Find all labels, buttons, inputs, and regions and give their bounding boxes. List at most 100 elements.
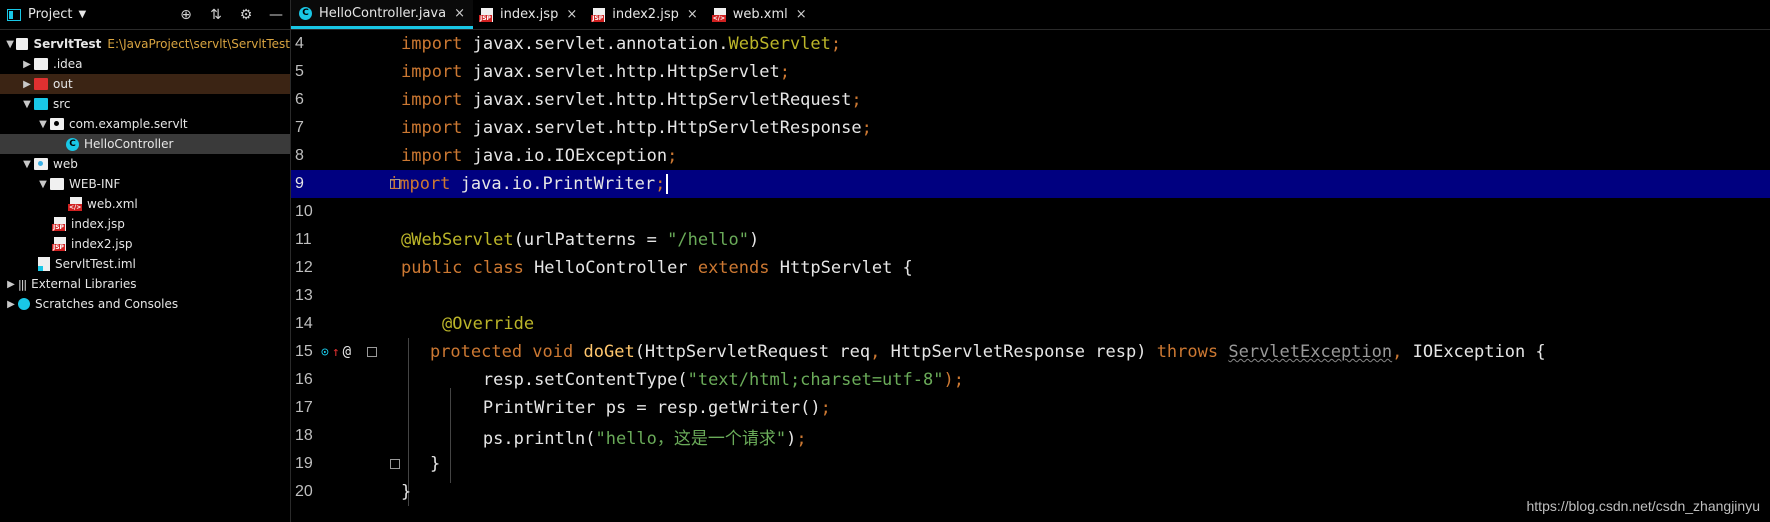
tree-item-index-jsp[interactable]: JSP index.jsp	[0, 214, 290, 234]
line-number: 7	[295, 119, 304, 136]
tree-item-label: index.jsp	[71, 217, 125, 231]
tree-item-label: External Libraries	[31, 277, 137, 291]
module-file-icon	[38, 257, 50, 271]
close-icon[interactable]: ×	[796, 7, 807, 22]
code-line[interactable]: 12 public class HelloController extends …	[291, 254, 1770, 282]
line-number: 19	[295, 455, 313, 472]
code-line[interactable]: 11 @WebServlet(urlPatterns = "/hello")	[291, 226, 1770, 254]
scratches-icon	[18, 298, 30, 310]
tab-index-jsp[interactable]: JSP index.jsp ×	[473, 0, 585, 29]
tab-hellocontroller-java[interactable]: C HelloController.java ×	[291, 0, 473, 29]
code-line[interactable]: 13	[291, 282, 1770, 310]
code-line[interactable]: 6 import javax.servlet.http.HttpServletR…	[291, 86, 1770, 114]
code-area[interactable]: 4 import javax.servlet.annotation.WebSer…	[291, 30, 1770, 506]
code-line[interactable]: 17 PrintWriter ps = resp.getWriter();	[291, 394, 1770, 422]
tree-item-label: HelloController	[84, 137, 174, 151]
line-number: 5	[295, 63, 304, 80]
chevron-down-icon[interactable]: ▼	[36, 119, 50, 130]
project-header: Project ▼ ⊕ ⇅ ⚙ —	[0, 0, 290, 30]
tree-item-web-xml[interactable]: </> web.xml	[0, 194, 290, 214]
tree-item-label: ServltTest	[33, 37, 102, 51]
code-line[interactable]: 14 @Override	[291, 310, 1770, 338]
code-line[interactable]: 10	[291, 198, 1770, 226]
gear-icon[interactable]: ⚙	[238, 7, 254, 23]
line-number: 14	[295, 315, 313, 332]
override-icon[interactable]: ⊙	[321, 345, 329, 360]
code-line[interactable]: 19 }	[291, 450, 1770, 478]
close-icon[interactable]: ×	[454, 6, 465, 21]
code-line[interactable]: 15 ⊙ ↑ @ protected void doGet(HttpServlet…	[291, 338, 1770, 366]
close-icon[interactable]: ×	[566, 7, 577, 22]
chevron-down-icon[interactable]: ▼	[20, 99, 34, 110]
line-number: 12	[295, 259, 313, 276]
java-class-icon: C	[66, 137, 79, 151]
jsp-file-icon: JSP	[52, 237, 66, 251]
code-line[interactable]: 5 import javax.servlet.http.HttpServlet;	[291, 58, 1770, 86]
code-line[interactable]: 7 import javax.servlet.http.HttpServletR…	[291, 114, 1770, 142]
line-number: 17	[295, 399, 313, 416]
jsp-file-icon: JSP	[478, 7, 493, 22]
code-line[interactable]: 8 import java.io.IOException;	[291, 142, 1770, 170]
tab-web-xml[interactable]: </> web.xml ×	[706, 0, 815, 29]
tree-item-label: .idea	[53, 57, 83, 71]
jsp-file-icon: JSP	[52, 217, 66, 231]
tree-item-label: ServltTest.iml	[55, 257, 136, 271]
chevron-right-icon[interactable]: ▶	[20, 59, 34, 70]
module-folder-icon	[16, 38, 29, 50]
tab-label: index2.jsp	[612, 7, 679, 22]
locate-icon[interactable]: ⊕	[178, 7, 194, 23]
tree-item-out[interactable]: ▶ out	[0, 74, 290, 94]
tree-item-external-libraries[interactable]: ▶ ||| External Libraries	[0, 274, 290, 294]
code-line-current[interactable]: 9 import java.io.PrintWriter;	[291, 170, 1770, 198]
text-cursor	[666, 174, 669, 194]
tree-item-web[interactable]: ▼ web	[0, 154, 290, 174]
java-class-icon: C	[299, 6, 312, 20]
tree-item-servlttest[interactable]: ▼ ServltTest E:\JavaProject\servlt\Servl…	[0, 34, 290, 54]
code-line[interactable]: 16 resp.setContentType("text/html;charse…	[291, 366, 1770, 394]
tree-item-src[interactable]: ▼ src	[0, 94, 290, 114]
folder-icon	[50, 178, 64, 190]
tree-item-package[interactable]: ▼ com.example.servlt	[0, 114, 290, 134]
tree-item-index2-jsp[interactable]: JSP index2.jsp	[0, 234, 290, 254]
line-number: 16	[295, 371, 313, 388]
module-path: E:\JavaProject\servlt\ServltTest	[107, 37, 290, 51]
line-number: 13	[295, 287, 313, 304]
editor-tabs: C HelloController.java × JSP index.jsp ×…	[291, 0, 1770, 30]
code-line[interactable]: 4 import javax.servlet.annotation.WebSer…	[291, 30, 1770, 58]
tab-index2-jsp[interactable]: JSP index2.jsp ×	[585, 0, 706, 29]
tree-item-iml[interactable]: ServltTest.iml	[0, 254, 290, 274]
collapse-all-icon[interactable]: ⇅	[208, 7, 224, 23]
hide-icon[interactable]: —	[268, 7, 284, 23]
chevron-down-icon[interactable]: ▼	[36, 179, 50, 190]
project-tree: ▼ ServltTest E:\JavaProject\servlt\Servl…	[0, 30, 290, 314]
line-number: 8	[295, 147, 304, 164]
chevron-down-icon[interactable]: ▼	[78, 9, 86, 20]
tree-item-label: Scratches and Consoles	[35, 297, 179, 311]
tree-item-idea[interactable]: ▶ .idea	[0, 54, 290, 74]
annotation-icon[interactable]: @	[343, 344, 351, 360]
chevron-down-icon[interactable]: ▼	[4, 39, 16, 50]
code-line[interactable]: 18 ps.println("hello，这是一个请求");	[291, 422, 1770, 450]
excluded-folder-icon	[34, 78, 48, 90]
tree-item-label: web.xml	[87, 197, 138, 211]
jsp-file-icon: JSP	[591, 7, 606, 22]
tree-item-label: src	[53, 97, 71, 111]
chevron-right-icon[interactable]: ▶	[20, 79, 34, 90]
tab-label: web.xml	[732, 7, 788, 22]
line-number: 6	[295, 91, 304, 108]
chevron-right-icon[interactable]: ▶	[4, 279, 18, 290]
code-editor: C HelloController.java × JSP index.jsp ×…	[291, 0, 1770, 522]
tree-item-web-inf[interactable]: ▼ WEB-INF	[0, 174, 290, 194]
chevron-right-icon[interactable]: ▶	[4, 299, 18, 310]
arrow-up-icon[interactable]: ↑	[332, 345, 340, 360]
fold-icon[interactable]	[367, 347, 378, 357]
tree-item-hellocontroller[interactable]: C HelloController	[0, 134, 290, 154]
chevron-down-icon[interactable]: ▼	[20, 159, 34, 170]
tree-item-scratches[interactable]: ▶ Scratches and Consoles	[0, 294, 290, 314]
close-icon[interactable]: ×	[687, 7, 698, 22]
project-view-icon[interactable]	[6, 7, 22, 23]
tree-item-label: web	[53, 157, 78, 171]
line-number: 18	[295, 427, 313, 444]
project-title[interactable]: Project	[28, 7, 72, 22]
tab-label: index.jsp	[499, 7, 559, 22]
